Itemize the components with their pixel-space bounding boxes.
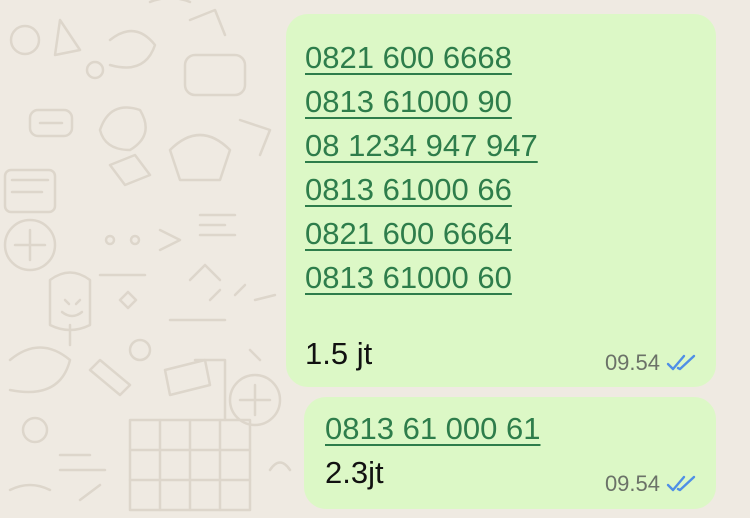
message-time: 09.54 xyxy=(604,350,660,375)
phone-number-link[interactable]: 0821 600 6664 xyxy=(305,214,512,254)
outgoing-message-bubble: 0813 61 000 61 2.3jt 09.54 xyxy=(304,397,716,509)
message-text: 2.3jt xyxy=(325,455,384,490)
phone-number-link[interactable]: 0813 61 000 61 xyxy=(325,409,541,449)
double-check-read-icon xyxy=(666,354,696,371)
message-text: 1.5 jt xyxy=(305,336,373,371)
message-meta: 09.54 xyxy=(605,471,698,497)
phone-number-link[interactable]: 0821 600 6668 xyxy=(305,38,512,78)
phone-number-link[interactable]: 0813 61000 90 xyxy=(305,82,512,122)
message-meta: 09.54 xyxy=(605,350,698,376)
phone-number-link[interactable]: 0813 61000 66 xyxy=(305,170,512,210)
outgoing-message-bubble: 0821 600 6668 0813 61000 90 08 1234 947 … xyxy=(286,14,716,387)
phone-number-link[interactable]: 0813 61000 60 xyxy=(305,258,512,298)
double-check-read-icon xyxy=(666,475,696,492)
message-time: 09.54 xyxy=(604,471,660,496)
phone-number-link[interactable]: 08 1234 947 947 xyxy=(305,126,538,166)
